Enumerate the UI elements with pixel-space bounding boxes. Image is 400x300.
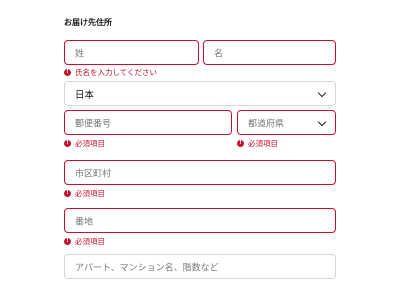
building-input[interactable]: アパート、マンション名、階数など — [64, 254, 336, 279]
prefecture-placeholder: 都道府県 — [248, 119, 285, 129]
postal-code-input[interactable]: 郵便番号 — [64, 110, 232, 135]
prefecture-select[interactable]: 都道府県 — [237, 110, 336, 135]
postal-code-placeholder: 郵便番号 — [75, 119, 112, 129]
country-select[interactable]: 日本 — [64, 81, 336, 106]
alert-circle-icon: ! — [64, 238, 71, 245]
alert-circle-icon: ! — [64, 190, 71, 197]
prefecture-error-text: 必須項目 — [248, 139, 278, 148]
alert-circle-icon: ! — [237, 140, 244, 147]
prefecture-error: ! 必須項目 — [237, 138, 278, 149]
postal-code-error: ! 必須項目 — [64, 138, 105, 149]
last-name-placeholder: 姓 — [75, 49, 85, 59]
city-placeholder: 市区町村 — [75, 169, 112, 179]
city-input[interactable]: 市区町村 — [64, 160, 336, 185]
street-error-text: 必須項目 — [75, 237, 105, 246]
building-placeholder: アパート、マンション名、階数など — [75, 263, 219, 273]
chevron-down-icon — [317, 117, 327, 126]
country-value: 日本 — [75, 89, 95, 101]
last-name-input[interactable]: 姓 — [64, 40, 199, 65]
postal-code-error-text: 必須項目 — [75, 139, 105, 148]
city-error: ! 必須項目 — [64, 188, 105, 199]
street-error: ! 必須項目 — [64, 236, 105, 247]
section-title: お届け先住所 — [64, 18, 112, 27]
alert-circle-icon: ! — [64, 69, 71, 76]
name-error: ! 氏名を入力してください — [64, 67, 157, 78]
alert-circle-icon: ! — [64, 140, 71, 147]
chevron-down-icon — [317, 88, 327, 97]
name-error-text: 氏名を入力してください — [75, 68, 158, 77]
first-name-input[interactable]: 名 — [203, 40, 336, 65]
city-error-text: 必須項目 — [75, 189, 105, 198]
street-input[interactable]: 番地 — [64, 208, 336, 233]
first-name-placeholder: 名 — [214, 49, 224, 59]
street-placeholder: 番地 — [75, 217, 94, 227]
